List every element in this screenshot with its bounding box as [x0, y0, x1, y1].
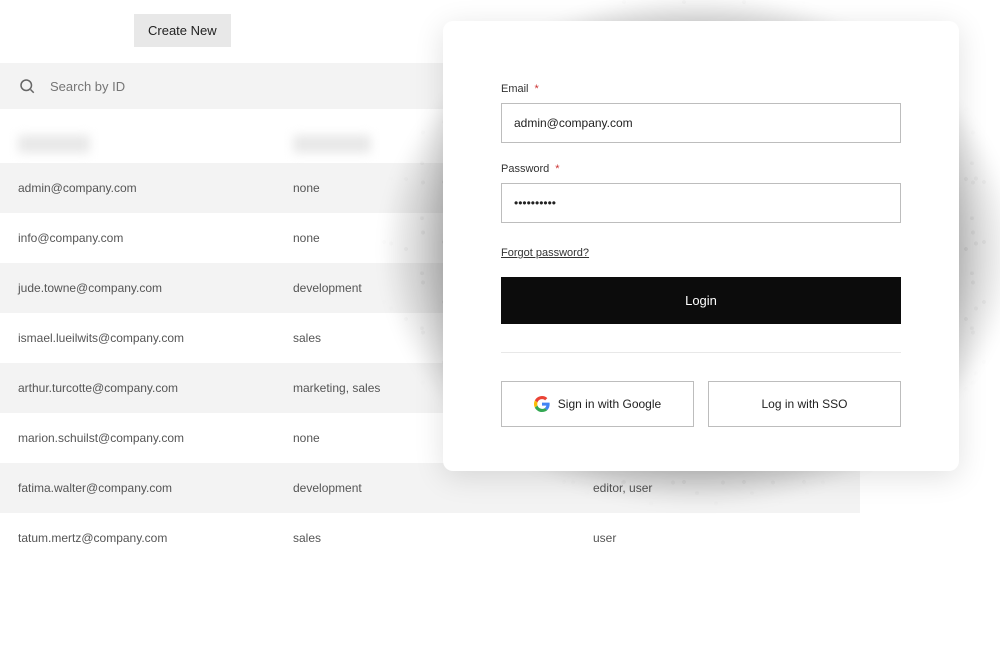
email-field[interactable]: [501, 103, 901, 143]
sso-row: Sign in with Google Log in with SSO: [501, 381, 901, 427]
login-modal: Email * Password * Forgot password? Logi…: [443, 21, 959, 471]
cell-role: user: [593, 531, 842, 545]
column-header-department-blurred: [293, 135, 371, 153]
cell-email: info@company.com: [18, 231, 293, 245]
login-button[interactable]: Login: [501, 277, 901, 324]
cell-email: marion.schuilst@company.com: [18, 431, 293, 445]
cell-department: sales: [293, 531, 593, 545]
email-field-block: Email *: [501, 83, 901, 143]
cell-email: fatima.walter@company.com: [18, 481, 293, 495]
cell-email: arthur.turcotte@company.com: [18, 381, 293, 395]
cell-email: ismael.lueilwits@company.com: [18, 331, 293, 345]
sso-button-label: Log in with SSO: [761, 397, 847, 411]
cell-email: tatum.mertz@company.com: [18, 531, 293, 545]
divider: [501, 352, 901, 353]
create-new-button[interactable]: Create New: [134, 14, 231, 47]
required-asterisk: *: [535, 83, 539, 95]
password-label: Password: [501, 163, 549, 175]
forgot-password-link[interactable]: Forgot password?: [501, 247, 589, 259]
cell-email: jude.towne@company.com: [18, 281, 293, 295]
google-button-label: Sign in with Google: [558, 397, 661, 411]
cell-email: admin@company.com: [18, 181, 293, 195]
table-row[interactable]: tatum.mertz@company.comsalesuser: [0, 513, 860, 563]
search-icon: [18, 77, 36, 95]
sign-in-sso-button[interactable]: Log in with SSO: [708, 381, 901, 427]
column-header-email-blurred: [18, 135, 90, 153]
password-field-block: Password *: [501, 163, 901, 223]
email-label: Email: [501, 83, 529, 95]
sign-in-google-button[interactable]: Sign in with Google: [501, 381, 694, 427]
required-asterisk: *: [555, 163, 559, 175]
google-icon: [534, 396, 550, 412]
password-field[interactable]: [501, 183, 901, 223]
